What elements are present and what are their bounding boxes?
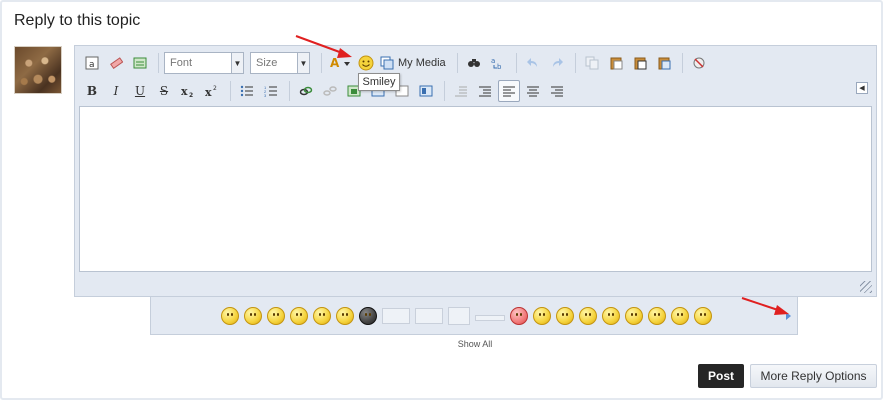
- spoiler-icon[interactable]: [415, 80, 437, 102]
- paste-text-icon[interactable]: [129, 52, 151, 74]
- broken-smiley-icon[interactable]: [415, 308, 443, 324]
- next-smileys-icon[interactable]: [786, 312, 791, 320]
- toolbar-separator: [456, 53, 458, 73]
- svg-text:b: b: [497, 63, 502, 70]
- size-select[interactable]: Size ▼: [250, 52, 310, 74]
- angry-icon[interactable]: [244, 307, 262, 325]
- outdent-icon[interactable]: [450, 80, 472, 102]
- chevron-down-icon: ▼: [231, 53, 243, 73]
- find-icon[interactable]: [463, 52, 485, 74]
- italic-icon[interactable]: I: [105, 80, 127, 102]
- subscript-icon[interactable]: x2: [177, 80, 199, 102]
- broken-image-icon[interactable]: [448, 307, 470, 325]
- more-reply-options-button[interactable]: More Reply Options: [750, 364, 877, 388]
- smile-icon[interactable]: [533, 307, 551, 325]
- toolbar-row-1: a Font ▼ Size ▼ A My Media a b: [81, 51, 712, 75]
- wink-icon[interactable]: [579, 307, 597, 325]
- sleep-icon[interactable]: [671, 307, 689, 325]
- collapse-toolbar-icon[interactable]: ◀: [856, 82, 868, 94]
- show-all-link[interactable]: Show All: [430, 339, 520, 349]
- ninja-icon[interactable]: [359, 307, 377, 325]
- smiley-panel: [150, 297, 798, 335]
- happy-icon[interactable]: [290, 307, 308, 325]
- laugh-icon[interactable]: [694, 307, 712, 325]
- align-right-icon[interactable]: [546, 80, 568, 102]
- spellcheck-icon[interactable]: [688, 52, 710, 74]
- blink-icon[interactable]: [313, 307, 331, 325]
- my-media-button[interactable]: My Media: [379, 55, 446, 71]
- smiley-tooltip: Smiley: [358, 73, 400, 91]
- ohmy-icon[interactable]: [625, 307, 643, 325]
- smiley-icon[interactable]: [355, 52, 377, 74]
- svg-text:x: x: [181, 85, 188, 98]
- tongue-icon[interactable]: [556, 307, 574, 325]
- chevron-down-icon: ▼: [297, 53, 309, 73]
- smile-icon[interactable]: [221, 307, 239, 325]
- broken-smiley-icon[interactable]: [475, 315, 505, 321]
- undo-icon[interactable]: [522, 52, 544, 74]
- svg-text:a: a: [89, 60, 95, 70]
- font-select-value: Font: [170, 57, 193, 69]
- indent-icon[interactable]: [474, 80, 496, 102]
- paste-word-icon[interactable]: [629, 52, 651, 74]
- page-title: Reply to this topic: [14, 12, 141, 29]
- avatar: [14, 46, 62, 94]
- eraser-icon[interactable]: [105, 52, 127, 74]
- underline-icon[interactable]: U: [129, 80, 151, 102]
- svg-text:2: 2: [213, 85, 217, 92]
- confused-icon[interactable]: [336, 307, 354, 325]
- svg-text:A: A: [330, 56, 340, 70]
- size-select-value: Size: [256, 57, 278, 69]
- strikethrough-icon[interactable]: S: [153, 80, 175, 102]
- post-button[interactable]: Post: [698, 364, 744, 388]
- toolbar-separator: [574, 53, 576, 73]
- editor-text-area[interactable]: [79, 106, 872, 272]
- paste-plain-icon[interactable]: [653, 52, 675, 74]
- paste-icon[interactable]: [605, 52, 627, 74]
- toolbar-separator: [230, 81, 231, 101]
- svg-text:3: 3: [264, 93, 267, 98]
- rich-text-editor: a Font ▼ Size ▼ A My Media a b B I U S x…: [74, 45, 877, 297]
- font-select[interactable]: Font ▼: [164, 52, 244, 74]
- toolbar-separator: [289, 81, 290, 101]
- unsure-icon[interactable]: [602, 307, 620, 325]
- superscript-icon[interactable]: x2: [201, 80, 223, 102]
- broken-smiley-icon[interactable]: [382, 308, 410, 324]
- sad-icon[interactable]: [267, 307, 285, 325]
- numbered-list-icon[interactable]: 123: [260, 80, 282, 102]
- source-icon[interactable]: a: [81, 52, 103, 74]
- svg-text:2: 2: [189, 92, 193, 98]
- redo-icon[interactable]: [546, 52, 568, 74]
- resize-grip-icon[interactable]: [860, 281, 872, 293]
- cool-icon[interactable]: [648, 307, 666, 325]
- bulleted-list-icon[interactable]: [236, 80, 258, 102]
- bold-icon[interactable]: B: [81, 80, 103, 102]
- toolbar-separator: [681, 53, 683, 73]
- svg-text:x: x: [205, 86, 212, 98]
- my-media-icon: [379, 55, 395, 71]
- svg-text:a: a: [491, 57, 495, 65]
- toolbar-separator: [444, 81, 445, 101]
- my-media-label: My Media: [398, 57, 446, 69]
- align-left-icon[interactable]: [498, 80, 520, 102]
- toolbar-row-2: B I U S x2 x2 123: [81, 79, 570, 103]
- toolbar-separator: [515, 53, 517, 73]
- love-icon[interactable]: [510, 307, 528, 325]
- unlink-icon[interactable]: [319, 80, 341, 102]
- align-center-icon[interactable]: [522, 80, 544, 102]
- font-color-icon[interactable]: A: [327, 52, 353, 74]
- toolbar-separator: [321, 53, 322, 73]
- copy-icon[interactable]: [581, 52, 603, 74]
- smiley-list: [221, 307, 717, 325]
- replace-icon[interactable]: ab: [487, 52, 509, 74]
- link-icon[interactable]: [295, 80, 317, 102]
- toolbar-separator: [158, 53, 159, 73]
